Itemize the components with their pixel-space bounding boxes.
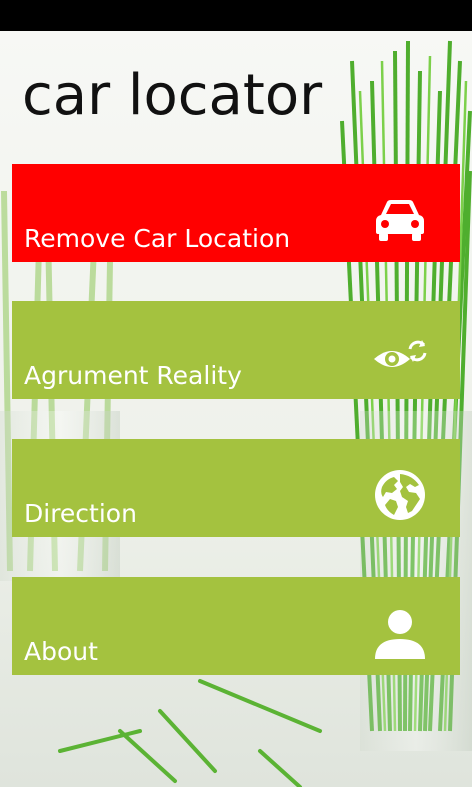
direction-tile[interactable]: Direction (12, 439, 460, 537)
car-icon (370, 190, 430, 250)
remove-car-location-label: Remove Car Location (24, 224, 291, 253)
app-title: car locator (22, 63, 323, 128)
direction-label: Direction (24, 499, 137, 528)
remove-car-location-tile[interactable]: Remove Car Location (12, 164, 460, 262)
about-label: About (24, 637, 98, 666)
about-tile[interactable]: About (12, 577, 460, 675)
status-bar (0, 0, 472, 31)
eye-refresh-icon (370, 327, 430, 387)
augmented-reality-tile[interactable]: Agrument Reality (12, 301, 460, 399)
augmented-reality-label: Agrument Reality (24, 361, 242, 390)
person-icon (370, 603, 430, 663)
app-screen: car locator Remove Car Location Agrument… (0, 0, 472, 787)
globe-icon (370, 465, 430, 525)
